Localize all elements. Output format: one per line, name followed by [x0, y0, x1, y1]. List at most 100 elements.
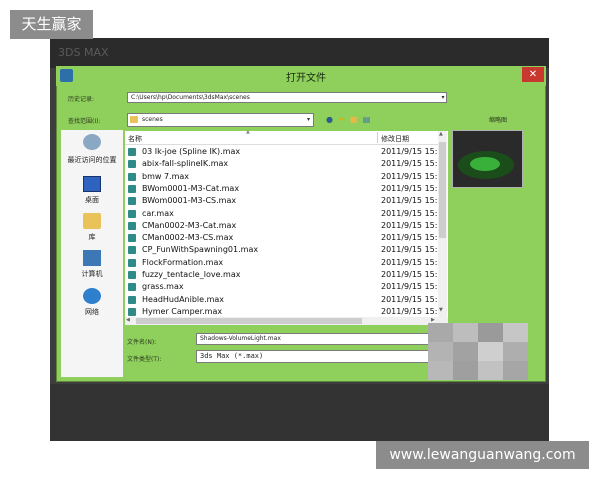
max-file-icon — [128, 246, 136, 255]
file-name: FlockFormation.max — [142, 257, 224, 267]
file-name: bmw 7.max — [142, 171, 190, 181]
file-name: grass.max — [142, 282, 184, 292]
file-name: CMan0002-M3-Cat.max — [142, 220, 237, 230]
list-item[interactable]: CP_FunWithSpawning01.max 2011/9/15 15:2 — [128, 244, 438, 256]
scroll-down-icon[interactable]: ▼ — [439, 307, 443, 313]
file-name: abix-fall-splineIK.max — [142, 159, 229, 169]
max-file-icon — [128, 295, 136, 304]
filename-input[interactable]: Shadows-VolumeLight.max — [196, 333, 436, 345]
list-item[interactable]: car.max 2011/9/15 15:2 — [128, 208, 438, 220]
list-item[interactable]: bmw 7.max 2011/9/15 15:2 — [128, 171, 438, 183]
up-folder-icon[interactable]: ✦ — [337, 115, 346, 124]
file-name: CP_FunWithSpawning01.max — [142, 245, 259, 255]
list-item[interactable]: grass.max 2011/9/15 15:2 — [128, 281, 438, 293]
pixel-tile — [503, 361, 528, 380]
column-header-name[interactable]: 名称 — [128, 134, 142, 144]
history-dropdown[interactable]: C:\Users\hp\Documents\3dsMax\scenes — [127, 92, 447, 103]
view-menu-icon[interactable]: ▤ — [362, 115, 371, 124]
list-item[interactable]: abix-fall-splineIK.max 2011/9/15 15:2 — [128, 158, 438, 170]
max-file-icon — [128, 271, 136, 279]
place-label: 桌面 — [85, 196, 99, 204]
max-file-icon — [128, 148, 136, 156]
max-file-icon — [128, 221, 136, 230]
vertical-scrollbar-thumb[interactable] — [439, 142, 446, 238]
max-file-icon — [128, 172, 136, 181]
place-desktop[interactable]: 桌面 — [61, 176, 123, 208]
file-date: 2011/9/15 15:2 — [381, 196, 438, 206]
file-name: car.max — [142, 208, 174, 218]
file-date: 2011/9/15 15:2 — [381, 171, 438, 181]
filename-label: 文件名(N): — [127, 339, 157, 346]
back-icon[interactable]: ● — [325, 115, 334, 124]
max-file-icon — [128, 197, 136, 206]
watermark-top: 天生赢家 — [10, 10, 93, 39]
sort-caret-icon: ▲ — [246, 129, 250, 135]
chevron-down-icon[interactable]: ▾ — [439, 92, 447, 103]
max-file-icon — [128, 307, 136, 316]
place-library[interactable]: 库 — [61, 213, 123, 245]
pixel-tile — [503, 342, 528, 361]
list-item[interactable]: BWom0001-M3-CS.max 2011/9/15 15:2 — [128, 195, 438, 207]
file-date: 2011/9/15 15:2 — [381, 183, 438, 193]
desktop-icon — [83, 176, 101, 192]
scroll-left-icon[interactable]: ◀ — [126, 317, 130, 323]
file-date: 2011/9/15 15:2 — [381, 257, 438, 267]
folder-icon — [130, 116, 138, 123]
watermark-bottom: www.lewanguanwang.com — [376, 441, 589, 469]
list-item[interactable]: BWom0001-M3-Cat.max 2011/9/15 15:2 — [128, 183, 438, 195]
list-item[interactable]: CMan0002-M3-Cat.max 2011/9/15 15:2 — [128, 220, 438, 232]
thumbnail-label: 缩略图 — [488, 117, 507, 124]
pixel-tile — [503, 323, 528, 342]
pixel-tile — [478, 342, 503, 361]
pixel-tile — [453, 342, 478, 361]
place-label: 最近访问的位置 — [67, 156, 117, 164]
place-label: 网络 — [85, 308, 99, 316]
file-date: 2011/9/15 15:2 — [381, 245, 438, 255]
place-recent[interactable]: 最近访问的位置 — [61, 134, 123, 168]
pixel-tile — [453, 323, 478, 342]
chevron-down-icon[interactable]: ▾ — [304, 114, 313, 126]
place-label: 库 — [88, 233, 96, 241]
list-item[interactable]: FlockFormation.max 2011/9/15 15:2 — [128, 257, 438, 269]
close-button[interactable]: ✕ — [522, 67, 544, 82]
max-file-icon — [128, 258, 136, 267]
lookin-label: 查找范围(I): — [68, 118, 101, 125]
pixel-tile — [428, 323, 453, 342]
filetype-select[interactable]: 3ds Max (*.max) — [196, 350, 436, 363]
pixel-tile — [453, 361, 478, 380]
place-network[interactable]: 网络 — [61, 288, 123, 320]
file-date: 2011/9/15 15:2 — [381, 208, 438, 218]
file-date: 2011/9/15 15:2 — [381, 159, 438, 169]
horizontal-scrollbar-thumb[interactable] — [136, 318, 362, 324]
max-file-icon — [128, 283, 136, 292]
header-divider — [125, 144, 438, 145]
column-divider[interactable] — [377, 132, 378, 143]
recent-places-icon — [83, 134, 101, 150]
list-item[interactable]: CMan0002-M3-CS.max 2011/9/15 15:2 — [128, 232, 438, 244]
file-name: CMan0002-M3-CS.max — [142, 233, 234, 243]
max-file-icon — [128, 234, 136, 243]
column-header-date[interactable]: 修改日期 — [381, 134, 409, 144]
place-computer[interactable]: 计算机 — [61, 250, 123, 282]
new-folder-icon[interactable]: ■ — [349, 115, 358, 124]
file-date: 2011/9/15 15:2 — [381, 294, 438, 304]
computer-icon — [83, 250, 101, 266]
scroll-up-icon[interactable]: ▲ — [439, 131, 443, 137]
pixel-tile — [478, 323, 503, 342]
file-name: BWom0001-M3-Cat.max — [142, 183, 240, 193]
app-bottom-panel — [50, 384, 549, 441]
file-date: 2011/9/15 15:2 — [381, 233, 438, 243]
list-item[interactable]: HeadHudAnible.max 2011/9/15 15:2 — [128, 294, 438, 306]
list-item[interactable]: fuzzy_tentacle_love.max 2011/9/15 15:2 — [128, 269, 438, 281]
file-date: 2011/9/15 15:2 — [381, 220, 438, 230]
lookin-dropdown[interactable]: scenes — [127, 113, 314, 127]
file-name: BWom0001-M3-CS.max — [142, 196, 237, 206]
pixel-tile — [478, 361, 503, 380]
max-file-icon — [128, 160, 136, 169]
file-name: fuzzy_tentacle_love.max — [142, 270, 241, 279]
list-item[interactable]: 03 Ik-joe (Spline IK).max 2011/9/15 15:2 — [128, 146, 438, 158]
dialog-title: 打开文件 — [286, 73, 326, 84]
file-name: 03 Ik-joe (Spline IK).max — [142, 147, 241, 156]
history-label: 历史记录: — [68, 96, 95, 103]
app-title: 3DS MAX — [58, 46, 109, 59]
